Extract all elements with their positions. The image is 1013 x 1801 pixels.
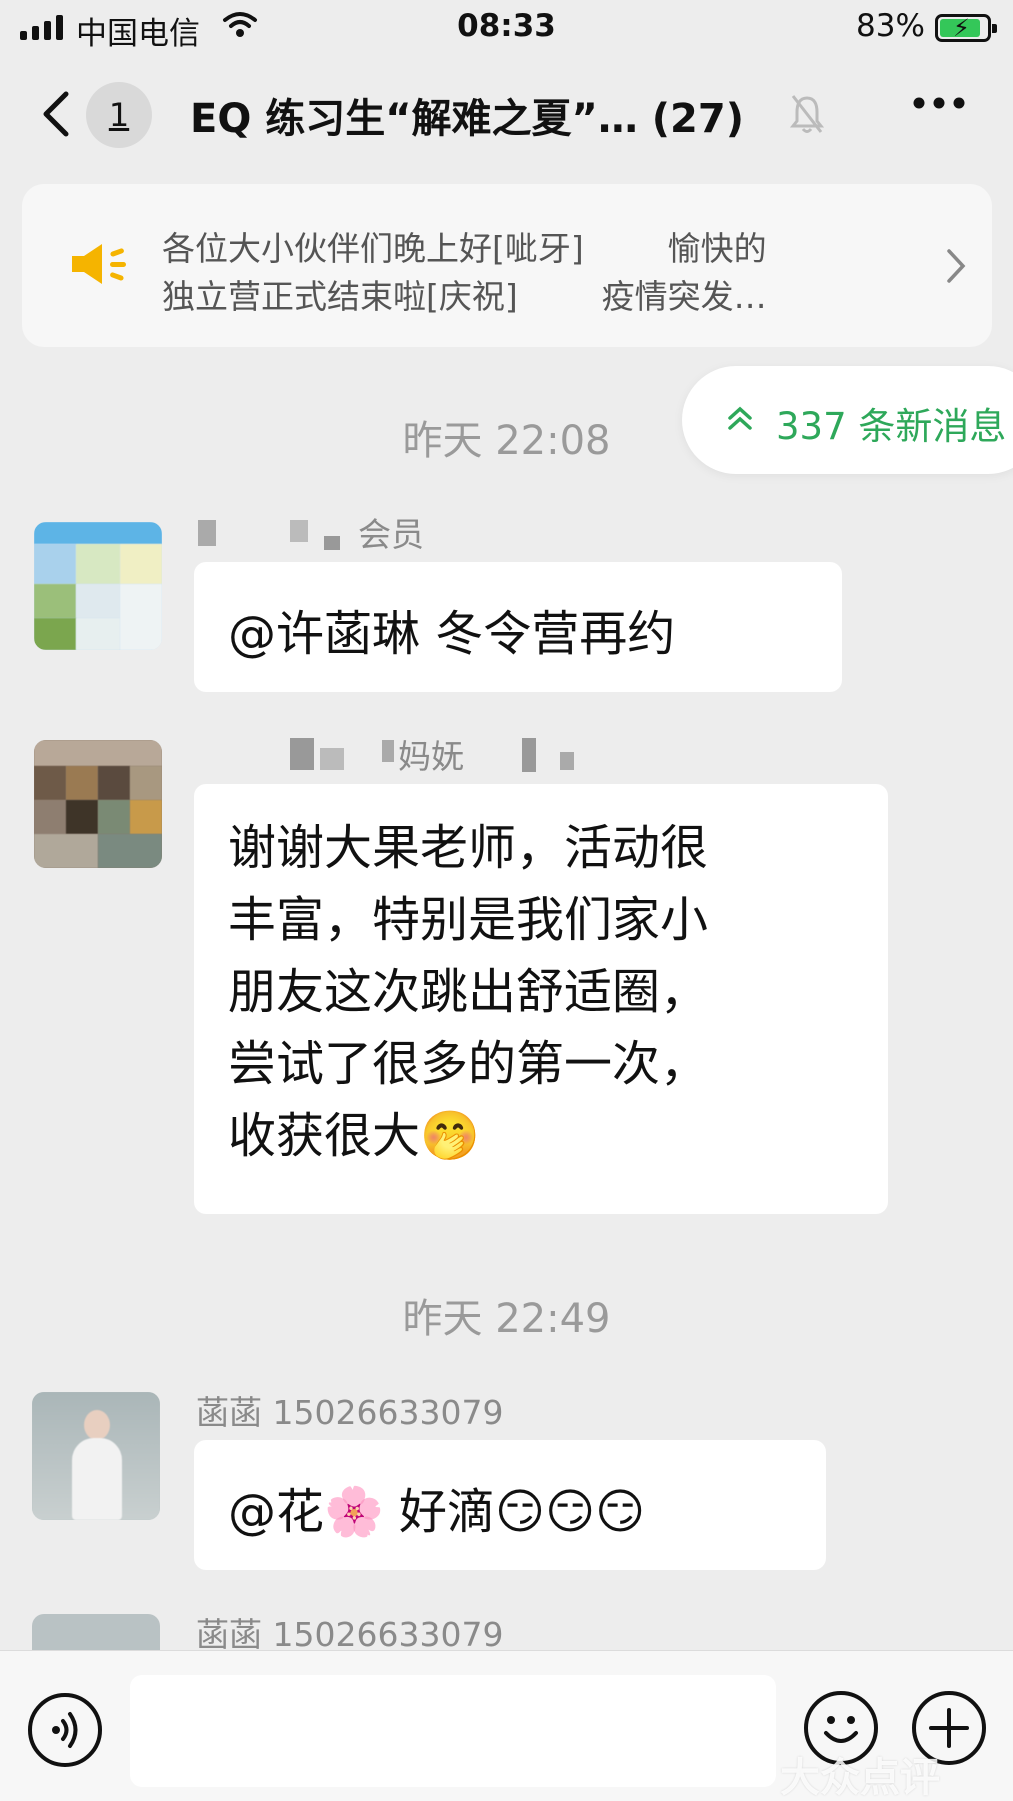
unread-count-badge[interactable]: 1 xyxy=(86,82,152,148)
avatar[interactable] xyxy=(32,1392,160,1520)
redacted-name xyxy=(290,520,308,542)
message-timestamp: 昨天 22:08 xyxy=(402,418,611,464)
chevron-right-icon xyxy=(947,249,966,283)
message-text: 尝试了很多的第一次， xyxy=(228,1036,709,1092)
sender-name: 会员 xyxy=(358,515,424,554)
back-chevron-icon[interactable] xyxy=(36,88,76,140)
redacted-name xyxy=(522,738,536,772)
announcement-line-2: 独立营正式结束啦[庆祝] 疫情突发… xyxy=(162,277,767,316)
chat-title: EQ 练习生“解难之夏”… (27) xyxy=(190,96,744,142)
avatar[interactable] xyxy=(34,740,162,868)
redacted-name xyxy=(198,520,216,546)
message-timestamp: 昨天 22:49 xyxy=(402,1296,611,1342)
sender-name: 妈妩 xyxy=(398,737,464,776)
avatar[interactable] xyxy=(32,1614,160,1654)
message-text: 丰富，特别是我们家小 xyxy=(228,892,709,948)
redacted-name xyxy=(320,748,344,770)
message-bubble[interactable]: @许菡琳 冬令营再约 xyxy=(194,562,842,692)
avatar[interactable] xyxy=(34,522,162,650)
redacted-name xyxy=(290,738,314,770)
message-text: 收获很大🤭 xyxy=(228,1108,480,1164)
message-input[interactable] xyxy=(130,1675,776,1787)
redacted-name xyxy=(560,752,574,770)
message-bubble[interactable]: @花🌸 好滴😏😏😏 xyxy=(194,1440,826,1570)
more-dots-icon[interactable] xyxy=(912,96,966,110)
message-text: @许菡琳 冬令营再约 xyxy=(228,606,676,662)
redacted-name xyxy=(382,740,394,762)
sender-name: 菡菡 15026633079 xyxy=(196,1615,504,1654)
input-bar: 大众点评 xyxy=(0,1650,1013,1801)
message-bubble[interactable]: 谢谢大果老师，活动很 丰富，特别是我们家小 朋友这次跳出舒适圈， 尝试了很多的第… xyxy=(194,784,888,1214)
battery-percent: 83% xyxy=(856,8,925,44)
mute-bell-icon xyxy=(790,95,824,133)
group-announcement[interactable]: 各位大小伙伴们晚上好[呲牙] 愉快的 独立营正式结束啦[庆祝] 疫情突发… xyxy=(22,184,992,347)
message-text: 谢谢大果老师，活动很 xyxy=(228,820,709,876)
speaker-icon xyxy=(72,244,126,284)
message-text: 朋友这次跳出舒适圈， xyxy=(228,964,709,1020)
chat-header: 1 EQ 练习生“解难之夏”… (27) xyxy=(0,60,1013,164)
sender-name: 菡菡 15026633079 xyxy=(196,1393,504,1432)
voice-input-icon[interactable] xyxy=(28,1693,102,1767)
status-bar: 中国电信 08:33 83% ⚡ xyxy=(0,0,1013,56)
message-text: @花🌸 好滴😏😏😏 xyxy=(228,1484,646,1540)
announcement-line-1: 各位大小伙伴们晚上好[呲牙] 愉快的 xyxy=(162,229,767,268)
watermark-logo: 大众点评 xyxy=(780,1755,940,1801)
unread-count: 1 xyxy=(108,96,130,134)
redacted-name xyxy=(324,536,340,550)
battery-charging-icon: ⚡ xyxy=(935,14,997,42)
